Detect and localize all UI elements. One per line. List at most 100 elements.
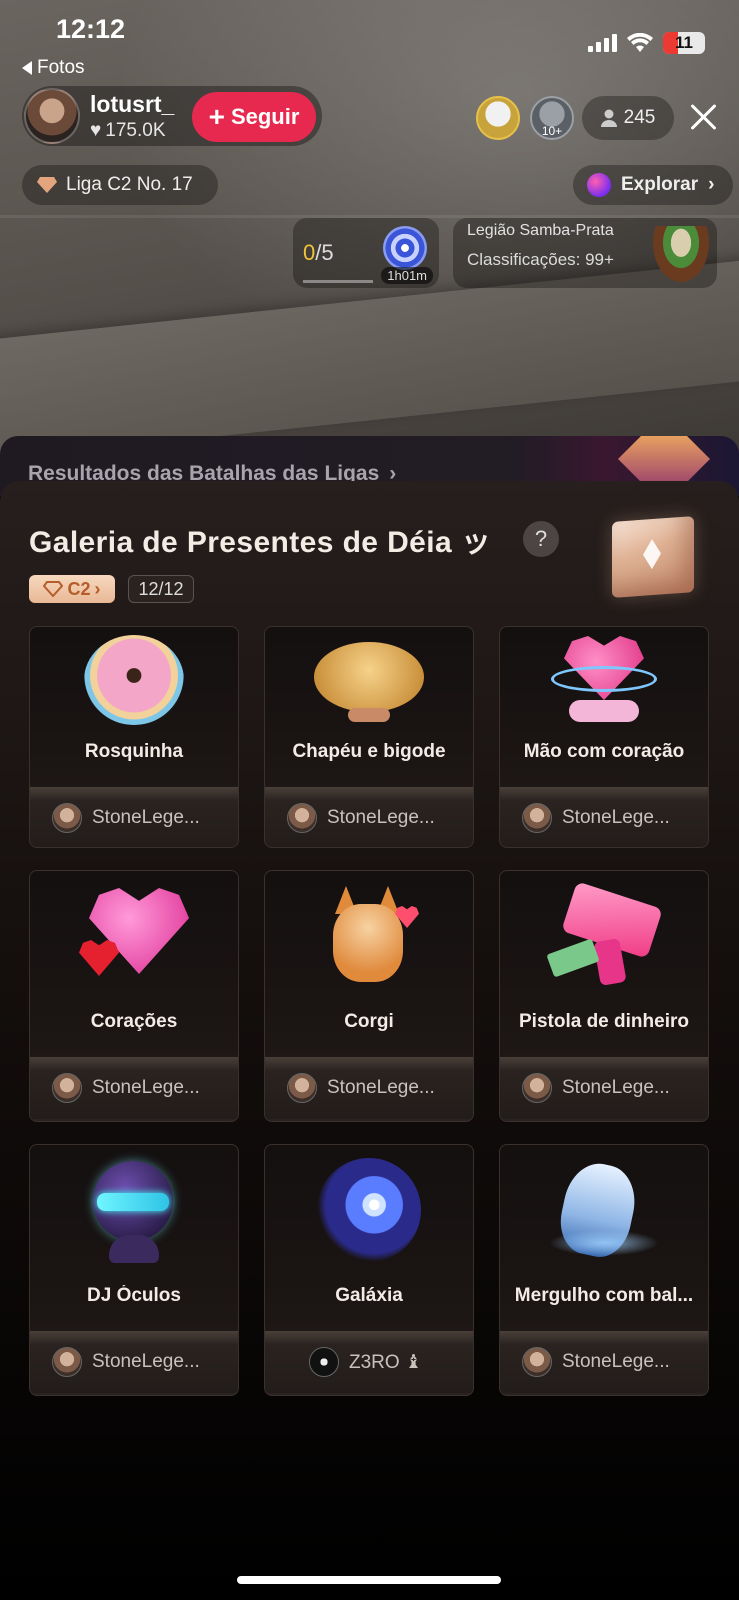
sender-avatar: [522, 803, 552, 833]
gift-card[interactable]: Chapéu e bigode StoneLege...: [264, 626, 474, 848]
sender-avatar: [52, 1347, 82, 1377]
whale-dive-gift-icon: [549, 1155, 659, 1265]
person-icon: [600, 109, 617, 127]
sender-avatar: [52, 803, 82, 833]
heart-hand-gift-icon: [549, 627, 659, 735]
top-viewer-badge: 10+: [541, 124, 563, 138]
legion-widget[interactable]: Legião Samba-Prata Classificações: 99+: [453, 218, 717, 288]
drum-icon: [653, 226, 709, 282]
host-info: lotusrt_ ♥ 175.0K: [90, 91, 174, 142]
gift-sender: StoneLege...: [265, 787, 473, 847]
gift-name: Galáxia: [335, 1285, 403, 1306]
sender-name: StoneLege...: [327, 807, 435, 828]
explore-label: Explorar: [621, 174, 699, 195]
gift-card[interactable]: Pistola de dinheiro StoneLege...: [499, 870, 709, 1122]
ceiling-beam: [0, 257, 739, 463]
host-avatar[interactable]: [24, 88, 80, 144]
back-to-photos-link[interactable]: Fotos: [22, 57, 85, 79]
home-indicator[interactable]: [237, 1576, 501, 1584]
gift-name: Corações: [90, 1011, 178, 1032]
follow-button[interactable]: + Seguir: [192, 92, 316, 142]
dj-glasses-gift-icon: [79, 1155, 189, 1265]
gallery-cube-icon: [612, 516, 694, 598]
status-time: 12:12: [56, 14, 126, 44]
close-icon[interactable]: [686, 98, 720, 138]
sender-avatar: [309, 1347, 339, 1377]
gift-sender: StoneLege...: [500, 1057, 708, 1119]
sender-avatar: [522, 1073, 552, 1103]
planet-icon: [587, 173, 611, 197]
league-label: Liga C2 No. 17: [66, 174, 193, 195]
gift-grid: Rosquinha StoneLege... Chapéu e bigode S…: [29, 626, 711, 1396]
host-name: lotusrt_: [90, 90, 175, 117]
gift-name: DJ Óculos: [87, 1285, 181, 1306]
top-viewers[interactable]: 10+: [476, 96, 574, 140]
chevron-right-icon: ›: [708, 174, 715, 195]
chevron-right-icon: ›: [94, 578, 101, 599]
sender-avatar: [522, 1347, 552, 1377]
galaxy-gift-icon: [314, 1155, 424, 1265]
money-gun-gift-icon: [546, 881, 663, 991]
cellular-signal-icon: [588, 34, 617, 52]
league-pill[interactable]: Liga C2 No. 17: [22, 165, 218, 205]
top-viewer-avatar[interactable]: 10+: [530, 96, 574, 140]
gift-name: Corgi: [344, 1011, 394, 1032]
gift-card[interactable]: Mão com coração StoneLege...: [499, 626, 709, 848]
viewer-count: 245: [623, 107, 656, 128]
heart-icon: ♥: [90, 119, 102, 141]
battery-level: 11: [675, 33, 693, 52]
gift-name: Mergulho com bal...: [514, 1285, 694, 1306]
sender-name: StoneLege...: [562, 807, 670, 828]
gift-card[interactable]: Corgi StoneLege...: [264, 870, 474, 1122]
donut-gift-icon: [79, 627, 189, 735]
gift-name: Chapéu e bigode: [292, 741, 446, 762]
gift-card[interactable]: Rosquinha StoneLege...: [29, 626, 239, 848]
gift-sender: StoneLege...: [30, 1331, 238, 1393]
back-label: Fotos: [37, 57, 85, 78]
gift-sender: StoneLege...: [500, 787, 708, 847]
gift-name: Pistola de dinheiro: [519, 1011, 689, 1032]
gift-card[interactable]: Mergulho com bal... StoneLege...: [499, 1144, 709, 1396]
explore-pill[interactable]: Explorar ›: [573, 165, 733, 205]
target-icon: [383, 226, 427, 270]
tier-badge[interactable]: C2 ›: [29, 575, 115, 603]
host-likes: ♥ 175.0K: [90, 120, 174, 142]
follow-label: Seguir: [230, 104, 300, 129]
goal-progress-bar: [303, 280, 373, 283]
wifi-icon: [627, 33, 653, 52]
gallery-progress: 12/12: [128, 575, 194, 603]
question-icon: ?: [534, 526, 548, 551]
sender-name: StoneLege...: [327, 1077, 435, 1098]
gift-card[interactable]: Galáxia Z3RO ♝: [264, 1144, 474, 1396]
gift-sender: Z3RO ♝: [265, 1331, 473, 1393]
gift-card[interactable]: DJ Óculos StoneLege...: [29, 1144, 239, 1396]
gift-sender: StoneLege...: [30, 1057, 238, 1119]
goal-total: /5: [315, 240, 334, 265]
gift-sender: StoneLege...: [265, 1057, 473, 1119]
sender-name: StoneLege...: [562, 1351, 670, 1372]
goal-timer: 1h01m: [381, 267, 433, 284]
goal-widget[interactable]: 0/5 1h01m: [293, 218, 439, 288]
corgi-gift-icon: [314, 881, 424, 991]
help-button[interactable]: ?: [523, 521, 559, 557]
status-icons: 11: [588, 32, 705, 54]
sender-name: StoneLege...: [562, 1077, 670, 1098]
sender-avatar: [52, 1073, 82, 1103]
goal-current: 0: [303, 240, 316, 265]
sender-name: StoneLege...: [92, 807, 200, 828]
host-info-pill[interactable]: lotusrt_ ♥ 175.0K + Seguir: [22, 86, 322, 146]
gift-card[interactable]: Corações StoneLege...: [29, 870, 239, 1122]
hat-mustache-gift-icon: [314, 627, 424, 735]
top-viewer-avatar[interactable]: [476, 96, 520, 140]
diamond-icon: [37, 177, 57, 193]
hearts-gift-icon: [79, 881, 189, 991]
goal-progress: 0/5: [303, 240, 334, 266]
gift-gallery-sheet: Galeria de Presentes de Déia ッ ? C2 › 12…: [0, 481, 739, 1600]
gallery-title: Galeria de Presentes de Déia ッ: [29, 526, 492, 559]
sender-avatar: [287, 803, 317, 833]
back-arrow-icon: [22, 61, 32, 75]
plus-icon: +: [208, 101, 225, 132]
viewer-count-pill[interactable]: 245: [582, 96, 674, 140]
sender-name: Z3RO ♝: [349, 1351, 422, 1373]
host-likes-count: 175.0K: [105, 119, 166, 141]
